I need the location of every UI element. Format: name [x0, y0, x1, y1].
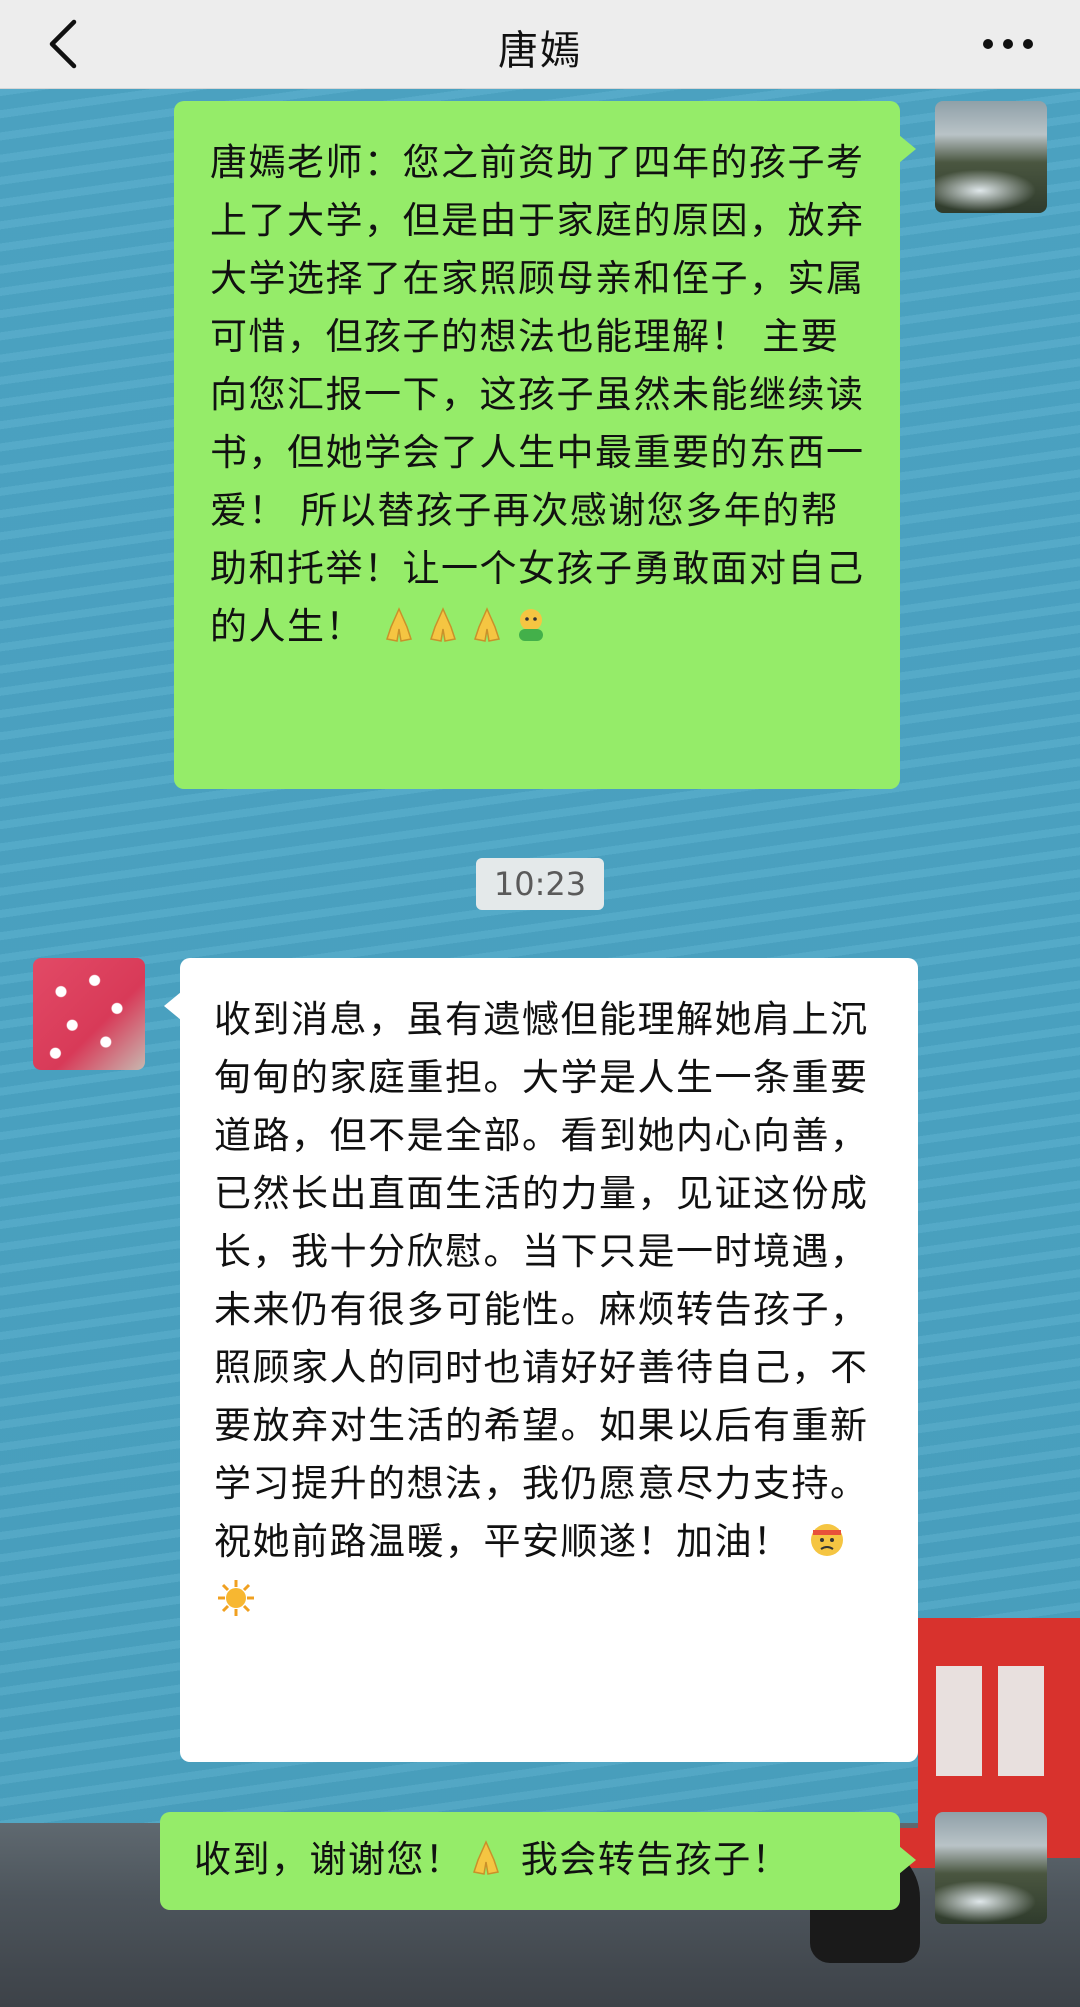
avatar-self[interactable] — [935, 101, 1047, 213]
message-text: 唐嫣老师：您之前资助了四年的孩子考上了大学，但是由于家庭的原因，放弃大学选择了在… — [210, 141, 865, 648]
avatar-self[interactable] — [935, 1812, 1047, 1924]
sun-icon — [218, 1580, 254, 1616]
hugging-face-icon — [519, 609, 544, 641]
folded-hands-icon — [386, 607, 413, 642]
message-bubble-sent[interactable]: 唐嫣老师：您之前资助了四年的孩子考上了大学，但是由于家庭的原因，放弃大学选择了在… — [174, 101, 916, 789]
message-text: 我会转告孩子！ — [507, 1838, 791, 1881]
message-bubble-received[interactable]: 收到消息，虽有遗憾但能理解她肩上沉甸甸的家庭重担。大学是人生一条重要道路，但不是… — [164, 958, 918, 1762]
folded-hands-icon — [430, 607, 457, 642]
message-text: 收到，谢谢您！ — [194, 1838, 464, 1881]
message-bubble-sent[interactable]: 收到，谢谢您！ 我会转告孩子！ — [160, 1812, 916, 1910]
chat-header: 唐嫣 — [0, 0, 1080, 89]
folded-hands-icon — [472, 1840, 499, 1875]
determined-face-icon — [810, 1524, 843, 1556]
avatar-contact[interactable] — [33, 958, 145, 1070]
message-text: 收到消息，虽有遗憾但能理解她肩上沉甸甸的家庭重担。大学是人生一条重要道路，但不是… — [214, 998, 869, 1563]
more-dots-icon[interactable] — [978, 24, 1038, 64]
folded-hands-icon — [474, 607, 501, 642]
chat-title: 唐嫣 — [498, 28, 582, 74]
message-timestamp: 10:23 — [476, 858, 604, 910]
